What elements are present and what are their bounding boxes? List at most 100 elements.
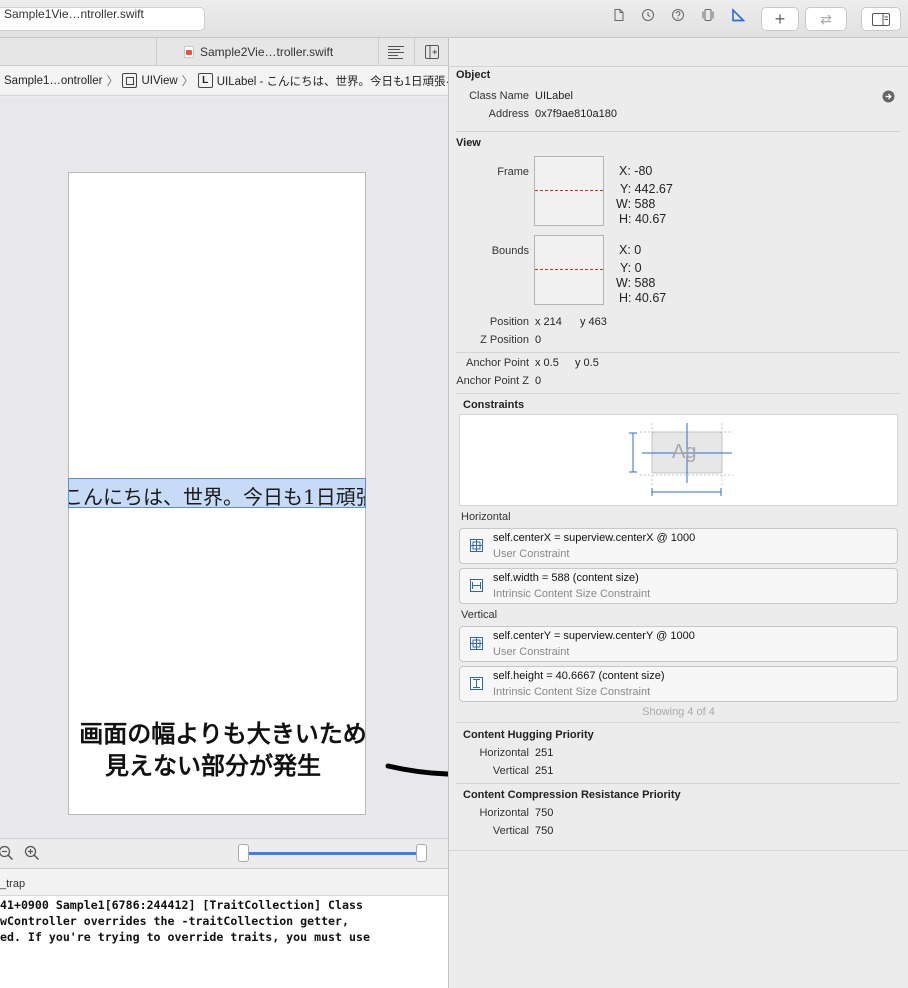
anchor-point-z-value: 0 xyxy=(535,375,542,387)
bounds-x: X: 0 xyxy=(619,243,642,257)
tab-sample1-controller[interactable]: Sample1Vie…ntroller.swift xyxy=(4,0,144,27)
constraint-row[interactable]: self.width = 588 (content size) Intrinsi… xyxy=(459,568,898,604)
add-editor-button[interactable] xyxy=(424,44,440,60)
compression-vertical-value: 750 xyxy=(535,825,554,837)
tab-divider xyxy=(414,38,415,65)
tab-label: Sample2Vie…troller.swift xyxy=(200,44,334,59)
annotation-line-2: 見えない部分が発生 xyxy=(105,752,321,780)
anchor-point-y: y 0.5 xyxy=(575,357,599,369)
go-arrow-icon[interactable] xyxy=(882,90,895,103)
add-button[interactable]: + xyxy=(761,7,799,31)
center-constraint-icon xyxy=(470,637,483,650)
class-name-label: Class Name xyxy=(469,90,529,102)
frame-diagram xyxy=(534,156,604,226)
bounds-dashed-line xyxy=(535,269,603,270)
constraints-section-title: Constraints xyxy=(463,399,525,411)
compression-horizontal-label: Horizontal xyxy=(479,807,529,819)
width-constraint-icon xyxy=(470,579,483,592)
breadcrumb-label: UILabel - こんにちは、世界。今日も1日頑張ろう！ xyxy=(216,75,448,88)
constraint-kind: User Constraint xyxy=(493,548,570,560)
hugging-horizontal-label: Horizontal xyxy=(479,747,529,759)
constraint-expression: self.height = 40.6667 (content size) xyxy=(493,670,665,682)
z-position-value: 0 xyxy=(535,334,542,346)
frame-h: H: 40.67 xyxy=(619,212,667,226)
console-output[interactable]: 41+0900 Sample1[6786:244412] [TraitColle… xyxy=(0,896,448,988)
breadcrumb-label-item[interactable]: LUILabel - こんにちは、世界。今日も1日頑張ろう！ xyxy=(197,73,448,89)
constraints-preview: Ag xyxy=(459,414,898,506)
bounds-label: Bounds xyxy=(491,245,529,257)
bounds-w: W: 588 xyxy=(616,276,656,290)
compression-section-title: Content Compression Resistance Priority xyxy=(463,789,681,801)
debug-bar: _trap xyxy=(0,868,448,896)
position-label: Position xyxy=(489,316,529,328)
slider-max-handle[interactable] xyxy=(416,844,427,862)
constraint-kind: Intrinsic Content Size Constraint xyxy=(493,588,651,600)
section-divider xyxy=(456,352,900,353)
section-divider xyxy=(456,393,900,394)
constraint-row[interactable]: self.centerY = superview.centerY @ 1000 … xyxy=(459,626,898,662)
view-section-title: View xyxy=(456,137,481,149)
breadcrumb-controller[interactable]: Sample1…ontroller xyxy=(4,75,102,87)
compression-vertical-label: Vertical xyxy=(492,825,529,837)
constraint-kind: User Constraint xyxy=(493,646,570,658)
inspector-panel xyxy=(448,38,908,988)
constraint-expression: self.centerX = superview.centerX @ 1000 xyxy=(493,532,696,544)
view-range-slider[interactable] xyxy=(244,852,422,855)
bounds-diagram xyxy=(534,235,604,305)
constraints-count: Showing 4 of 4 xyxy=(642,706,715,718)
tab-sample2-controller[interactable]: Sample2Vie…troller.swift xyxy=(184,38,333,65)
vertical-group-title: Vertical xyxy=(461,609,498,621)
zoom-in-button[interactable] xyxy=(24,845,40,861)
frame-w: W: 588 xyxy=(616,197,656,211)
chevron-right-icon: 〉 xyxy=(106,74,119,88)
hugging-vertical-value: 251 xyxy=(535,765,554,777)
bounds-y: Y: 0 xyxy=(620,261,642,275)
position-y: y 463 xyxy=(580,316,607,328)
size-inspector-icon[interactable] xyxy=(731,8,745,22)
center-constraint-icon xyxy=(470,539,483,552)
frame-label: Frame xyxy=(497,166,529,178)
chevron-right-icon: 〉 xyxy=(181,74,194,88)
swap-arrows-icon: ⇄ xyxy=(820,10,832,27)
zoom-out-icon xyxy=(0,845,14,861)
swap-button[interactable]: ⇄ xyxy=(805,7,847,31)
position-x: x 214 xyxy=(535,316,562,328)
zoom-out-button[interactable] xyxy=(0,845,14,861)
editor-lines-button[interactable] xyxy=(386,44,406,60)
hugging-horizontal-value: 251 xyxy=(535,747,554,759)
help-inspector-icon[interactable] xyxy=(671,8,685,22)
frame-dashed-line xyxy=(535,190,603,191)
file-inspector-icon[interactable] xyxy=(612,8,626,22)
selected-label-view[interactable]: こんにちは、世界。今日も1日頑張ろう！ xyxy=(68,478,366,508)
z-position-label: Z Position xyxy=(480,334,529,346)
frame-x: X: -80 xyxy=(619,164,653,178)
object-inspector-icon[interactable] xyxy=(701,8,715,22)
section-divider xyxy=(456,131,900,132)
console-line: wController overrides the -traitCollecti… xyxy=(0,914,350,928)
anchor-point-x: x 0.5 xyxy=(535,357,559,369)
constraint-expression: self.width = 588 (content size) xyxy=(493,572,639,584)
constraint-row[interactable]: self.centerX = superview.centerX @ 1000 … xyxy=(459,528,898,564)
breadcrumb-view[interactable]: UIView xyxy=(122,73,178,88)
label-icon: L xyxy=(197,73,213,88)
zoom-in-icon xyxy=(24,845,40,861)
history-inspector-icon[interactable] xyxy=(641,8,655,22)
tab-label: Sample1Vie…ntroller.swift xyxy=(4,6,144,21)
height-constraint-icon xyxy=(470,677,483,690)
toggle-inspector-button[interactable] xyxy=(861,7,901,31)
constraint-row[interactable]: self.height = 40.6667 (content size) Int… xyxy=(459,666,898,702)
annotation-line-1: 画面の幅よりも大きいため xyxy=(79,720,367,748)
tab-divider xyxy=(156,38,157,65)
add-editor-icon xyxy=(425,45,439,59)
object-section-title: Object xyxy=(456,69,491,81)
sidebar-right-icon xyxy=(872,12,890,26)
anchor-point-label: Anchor Point xyxy=(466,357,529,369)
slider-min-handle[interactable] xyxy=(238,844,249,862)
compression-horizontal-value: 750 xyxy=(535,807,554,819)
swift-file-icon xyxy=(184,45,194,58)
preview-text: Ag xyxy=(672,441,697,463)
view-icon xyxy=(122,73,138,88)
anchor-point-z-label: Anchor Point Z xyxy=(456,375,529,387)
hugging-vertical-label: Vertical xyxy=(492,765,529,777)
debug-scheme-label: _trap xyxy=(0,878,26,890)
